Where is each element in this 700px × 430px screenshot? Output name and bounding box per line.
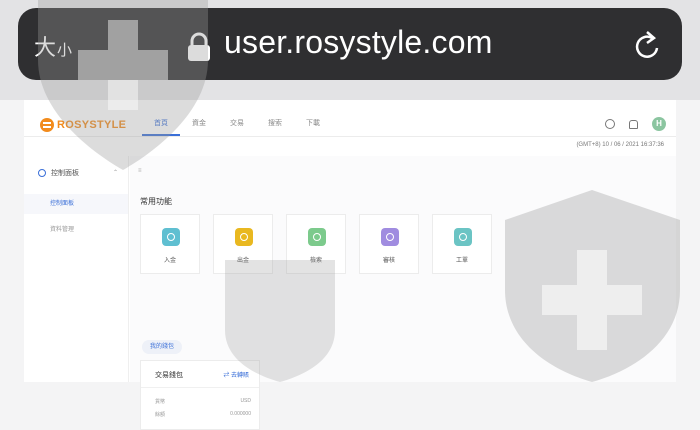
nav-item-download[interactable]: 下載: [294, 114, 332, 136]
avatar[interactable]: H: [652, 117, 666, 131]
function-cards: 入金 出金 檢索 審核 工單: [140, 214, 492, 274]
globe-icon[interactable]: [605, 119, 615, 129]
breadcrumb-icon: ≡: [138, 168, 142, 174]
nav-item-search[interactable]: 搜索: [256, 114, 294, 136]
sidebar: 控制面板 ⌃ 控制面板 資料管理: [24, 156, 129, 382]
transfer-link-label: 去轉賬: [230, 373, 249, 379]
divider: [141, 387, 259, 388]
section-title: 常用功能: [140, 197, 172, 206]
tab-my-wallet[interactable]: 我的錢包: [142, 340, 183, 354]
nav-item-home[interactable]: 首頁: [142, 114, 180, 136]
function-label: 入金: [163, 258, 176, 264]
function-card-ticket[interactable]: 工單: [432, 214, 492, 274]
nav-item-funds[interactable]: 資金: [180, 114, 218, 136]
sidebar-section-control-panel[interactable]: 控制面板: [38, 168, 79, 178]
function-card-search[interactable]: 檢索: [286, 214, 346, 274]
wallet-row: 餘額 0.000000: [155, 411, 251, 418]
address-bar[interactable]: 大小 user.rosystyle.com: [18, 8, 682, 80]
function-label: 審核: [382, 258, 395, 264]
wallet-row: 貨幣 USD: [155, 398, 251, 405]
nav-actions: H: [605, 117, 666, 131]
lock-icon: [188, 32, 210, 61]
deposit-icon: [162, 228, 180, 246]
text-size-button[interactable]: 大小: [34, 30, 72, 62]
ticket-icon: [454, 228, 472, 246]
sidebar-item-control-panel[interactable]: 控制面板: [24, 194, 128, 214]
function-label: 出金: [236, 258, 249, 264]
top-navigation: ROSYSTYLE 首頁 資金 交易 搜索 下載 H: [24, 114, 676, 137]
text-size-small: 小: [57, 41, 73, 59]
function-card-deposit[interactable]: 入金: [140, 214, 200, 274]
function-card-withdraw[interactable]: 出金: [213, 214, 273, 274]
bell-icon[interactable]: [629, 119, 638, 129]
transfer-link[interactable]: ⇄ 去轉賬: [223, 370, 249, 379]
sidebar-section-label: 控制面板: [51, 170, 79, 177]
url-text[interactable]: user.rosystyle.com: [224, 24, 493, 61]
function-card-review[interactable]: 審核: [359, 214, 419, 274]
function-label: 檢索: [309, 258, 322, 264]
datetime-text: (GMT+8) 10 / 06 / 2021 16:37:36: [576, 142, 664, 148]
dashboard-icon: [38, 169, 46, 177]
search-icon: [308, 228, 326, 246]
web-page: ROSYSTYLE 首頁 資金 交易 搜索 下載 H (GMT+8) 10 / …: [24, 100, 676, 430]
logo-text: ROSYSTYLE: [57, 119, 127, 131]
logo-mark-icon: [40, 118, 54, 132]
nav-item-trade[interactable]: 交易: [218, 114, 256, 136]
function-label: 工單: [455, 258, 468, 264]
wallet-card: 交易錢包 ⇄ 去轉賬 貨幣 USD 餘額 0.000000: [140, 360, 260, 430]
sidebar-item-data-management[interactable]: 資料管理: [50, 224, 74, 233]
reload-icon[interactable]: [633, 30, 663, 62]
wallet-row-value: USD: [240, 398, 251, 404]
wallet-row-value: 0.000000: [230, 411, 251, 417]
text-size-large: 大: [34, 36, 57, 61]
wallet-row-label: 貨幣: [155, 399, 166, 405]
logo[interactable]: ROSYSTYLE: [40, 118, 126, 132]
chevron-up-icon[interactable]: ⌃: [113, 169, 118, 176]
wallet-row-label: 餘額: [155, 412, 166, 418]
main-content: ≡ 常用功能 入金 出金 檢索 審核 工單 我的錢包 交易錢包 ⇄ 去轉賬 貨幣…: [130, 156, 676, 430]
withdraw-icon: [235, 228, 253, 246]
review-icon: [381, 228, 399, 246]
nav-menu: 首頁 資金 交易 搜索 下載: [142, 114, 332, 136]
wallet-title: 交易錢包: [155, 372, 183, 379]
